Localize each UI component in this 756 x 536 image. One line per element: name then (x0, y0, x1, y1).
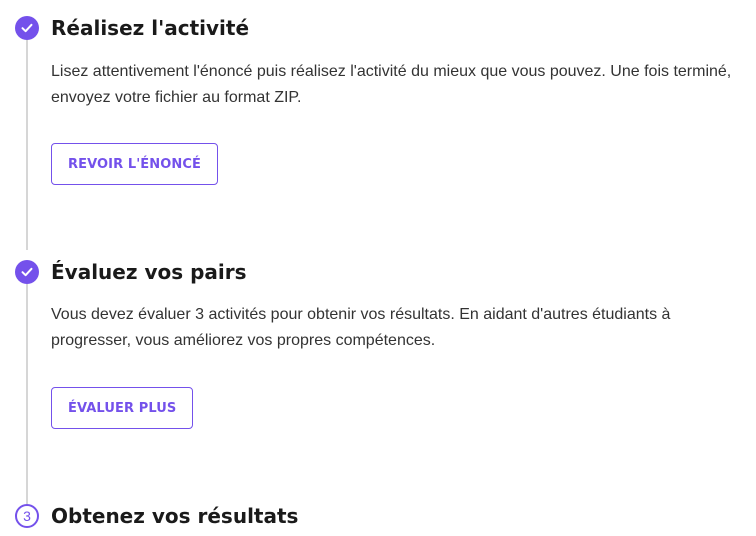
timeline-line (26, 40, 28, 250)
step-number-badge: 3 (15, 504, 39, 528)
evaluer-plus-button[interactable]: ÉVALUER PLUS (51, 387, 194, 429)
step-title: Évaluez vos pairs (51, 260, 247, 284)
check-icon (15, 16, 39, 40)
step-description: Lisez attentivement l'énoncé puis réalis… (51, 63, 732, 106)
revoir-enonce-button[interactable]: REVOIR L'ÉNONCÉ (51, 143, 219, 185)
step-description: Vous devez évaluer 3 activités pour obte… (51, 306, 671, 349)
check-icon (15, 260, 39, 284)
step-title: Réalisez l'activité (51, 16, 250, 40)
step-title: Obtenez vos résultats (51, 504, 299, 528)
timeline-line (26, 284, 28, 504)
